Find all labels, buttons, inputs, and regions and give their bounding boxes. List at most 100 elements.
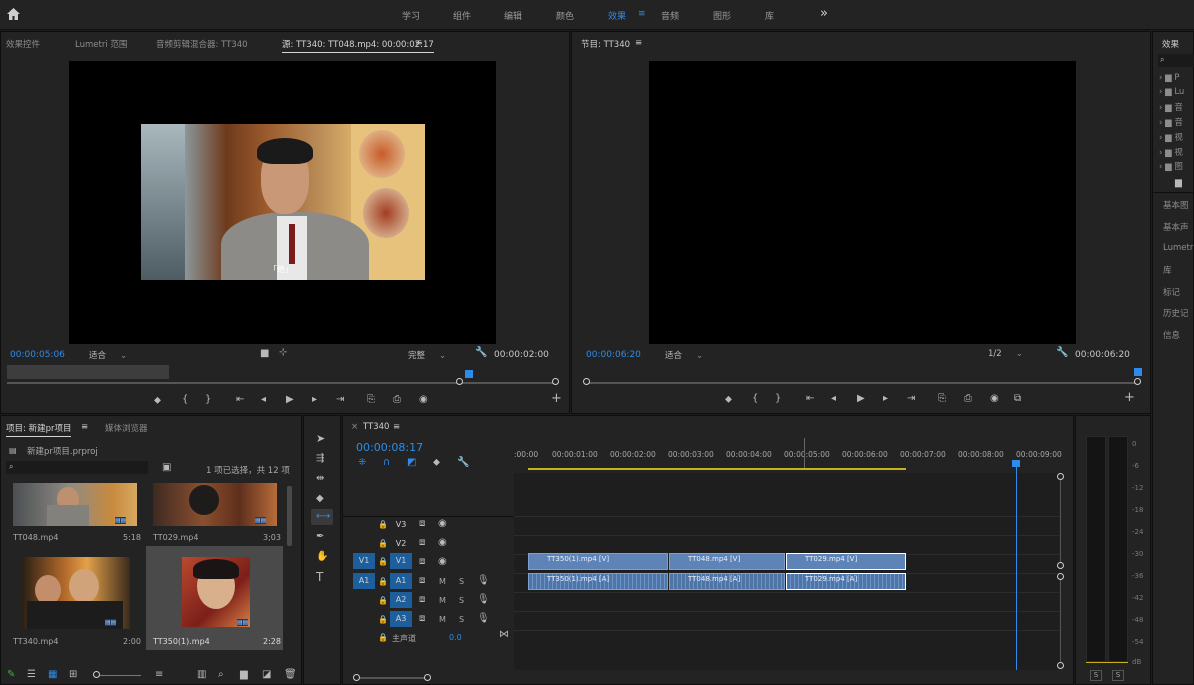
source-video-frame[interactable]: 「绝」	[69, 61, 496, 344]
project-scrollbar[interactable]	[287, 486, 292, 546]
video-clip[interactable]: TT048.mp4 [V]	[669, 553, 785, 570]
source-scrub-bar[interactable]	[7, 382, 557, 384]
tab-lumetri-scopes[interactable]: Lumetri 范围	[75, 38, 127, 50]
play-icon[interactable]: ▶	[286, 395, 294, 405]
tab-project[interactable]: 项目: 新建pr项目	[6, 422, 72, 437]
workspace-effects[interactable]: 效果	[608, 9, 626, 22]
solo-right-button[interactable]: S	[1112, 670, 1124, 681]
master-volume[interactable]: 0.0	[449, 633, 462, 642]
insert-edit-icon[interactable]: ⎘	[367, 395, 375, 405]
track-label-v1[interactable]: V1	[390, 553, 412, 569]
sync-lock-icon[interactable]: ⧈	[419, 538, 425, 548]
timeline-timecode[interactable]: 00:00:08:17	[356, 441, 423, 454]
horizontal-zoom-bar[interactable]	[360, 677, 426, 679]
linked-selection-icon[interactable]: ◩	[407, 458, 416, 468]
workspace-menu-icon[interactable]: ≡	[638, 9, 646, 19]
sync-lock-icon[interactable]: ⧈	[419, 576, 425, 586]
freeform-view-icon[interactable]: ⊞	[69, 670, 77, 680]
track-label-a3[interactable]: A3	[390, 611, 412, 627]
program-panel-menu-icon[interactable]: ≡	[635, 38, 642, 48]
lock-icon[interactable]: 🔒	[378, 633, 388, 643]
safe-margins-icon[interactable]: ■	[260, 349, 269, 359]
sync-lock-icon[interactable]: ⧈	[419, 595, 425, 605]
effects-folder[interactable]: › ▆ 视	[1159, 146, 1183, 158]
icon-view-icon[interactable]: ▦	[48, 670, 57, 680]
trash-icon[interactable]: 🗑	[284, 670, 297, 680]
workspace-libraries[interactable]: 库	[765, 9, 774, 22]
source-out-handle[interactable]	[552, 378, 559, 385]
timeline-settings-icon[interactable]: 🔧	[457, 458, 469, 468]
track-label-a2[interactable]: A2	[390, 592, 412, 608]
effects-folder[interactable]: › ▆ Lu	[1159, 87, 1184, 97]
workspace-edit[interactable]: 编辑	[504, 9, 522, 22]
audio-clip-selected[interactable]: TT029.mp4 [A]	[786, 573, 906, 590]
program-go-to-in-icon[interactable]: ⇤	[806, 394, 814, 404]
source-patch-a1[interactable]: A1	[353, 573, 375, 589]
timeline-marker-icon[interactable]: ⬥	[433, 458, 440, 468]
tab-audio-clip-mixer[interactable]: 音频剪辑混合器: TT340	[156, 38, 248, 50]
eye-icon[interactable]: ◉	[438, 519, 447, 529]
mark-in-icon[interactable]: {	[182, 395, 188, 405]
lock-icon[interactable]: 🔒	[378, 539, 388, 549]
program-step-back-icon[interactable]: ◂	[831, 394, 836, 404]
razor-tool-icon[interactable]: ◆	[316, 494, 324, 504]
source-zoom-bar[interactable]	[7, 365, 169, 379]
extract-icon[interactable]: ⎙	[964, 394, 972, 404]
effects-folder[interactable]: › ▆ 音	[1159, 101, 1183, 113]
timeline-playhead-line[interactable]	[1016, 461, 1017, 670]
automate-to-sequence-icon[interactable]: ▥	[197, 670, 206, 680]
workspace-color[interactable]: 颜色	[556, 9, 574, 22]
go-to-out-icon[interactable]: ⇥	[336, 395, 344, 405]
effects-folder[interactable]: › ▆ P	[1159, 73, 1179, 83]
list-view-icon[interactable]: ☰	[27, 670, 36, 680]
program-scrub-bar[interactable]	[586, 382, 1140, 384]
mark-out-icon[interactable]: }	[205, 395, 211, 405]
workspace-learn[interactable]: 学习	[402, 9, 420, 22]
more-workspaces-icon[interactable]: »	[820, 6, 828, 21]
mute-button[interactable]: M	[439, 596, 446, 605]
collapsed-panel-lumetri[interactable]: Lumetri	[1163, 243, 1194, 253]
lock-icon[interactable]: 🔒	[378, 596, 388, 606]
write-protect-icon[interactable]: ✎	[7, 670, 15, 680]
program-add-button-icon[interactable]: +	[1124, 391, 1135, 404]
snap-icon[interactable]: ∩	[383, 458, 390, 468]
type-tool-icon[interactable]: T	[316, 571, 323, 583]
program-in-handle[interactable]	[583, 378, 590, 385]
source-patch-v1[interactable]: V1	[353, 553, 375, 569]
sync-lock-icon[interactable]: ⧈	[419, 614, 425, 624]
project-item-tt029[interactable]: ▤▤ TT029.mp4 3;03	[146, 482, 282, 544]
program-quality-select[interactable]: 1/2	[988, 349, 1023, 359]
overwrite-icon[interactable]: ⎙	[393, 395, 401, 405]
sync-lock-icon[interactable]: ⧈	[419, 557, 425, 567]
lock-icon[interactable]: 🔒	[378, 520, 388, 530]
video-clip[interactable]: TT350(1).mp4 [V]	[528, 553, 668, 570]
source-panel-menu-icon[interactable]: ≡	[415, 38, 422, 48]
tab-effects[interactable]: 效果	[1162, 38, 1179, 50]
tab-sequence[interactable]: TT340	[363, 422, 389, 432]
add-marker-icon[interactable]: ⬥	[154, 396, 161, 406]
mute-button[interactable]: M	[439, 615, 446, 624]
eye-icon[interactable]: ◉	[438, 538, 447, 548]
go-to-end-icon[interactable]: ⋈	[499, 630, 509, 640]
sort-icon[interactable]: ≡	[155, 670, 163, 680]
track-select-tool-icon[interactable]: ⇶	[316, 454, 324, 464]
collapsed-panel-essential-sound[interactable]: 基本声	[1163, 221, 1189, 233]
mute-button[interactable]: M	[439, 577, 446, 586]
time-ruler[interactable]: :00:00 00:00:01:00 00:00:02:00 00:00:03:…	[514, 446, 1065, 472]
insert-icon[interactable]: ⊹	[279, 348, 287, 358]
collapsed-panel-libraries[interactable]: 库	[1163, 264, 1172, 276]
source-quality-select[interactable]: 完整	[408, 349, 446, 361]
nest-icon[interactable]: ⁜	[358, 458, 366, 468]
vertical-zoom-handle[interactable]	[1057, 473, 1064, 480]
project-item-tt340[interactable]: ▤▤ TT340.mp4 2:00	[6, 552, 141, 650]
collapsed-panel-markers[interactable]: 标记	[1163, 286, 1180, 298]
tab-source[interactable]: 源: TT340: TT048.mp4: 00:00:02:17	[282, 38, 434, 53]
program-wrench-icon[interactable]: 🔧	[1056, 348, 1068, 358]
workspace-audio[interactable]: 音频	[661, 9, 679, 22]
comparison-view-icon[interactable]: ⧉	[1014, 394, 1021, 404]
project-item-tt048[interactable]: ▤▤ TT048.mp4 5:18	[6, 482, 141, 544]
export-frame-icon[interactable]: ◉	[419, 395, 428, 405]
workspace-graphics[interactable]: 图形	[713, 9, 731, 22]
effects-folder[interactable]: › ▆ 图	[1159, 160, 1183, 172]
sync-lock-icon[interactable]: ⧈	[419, 519, 425, 529]
